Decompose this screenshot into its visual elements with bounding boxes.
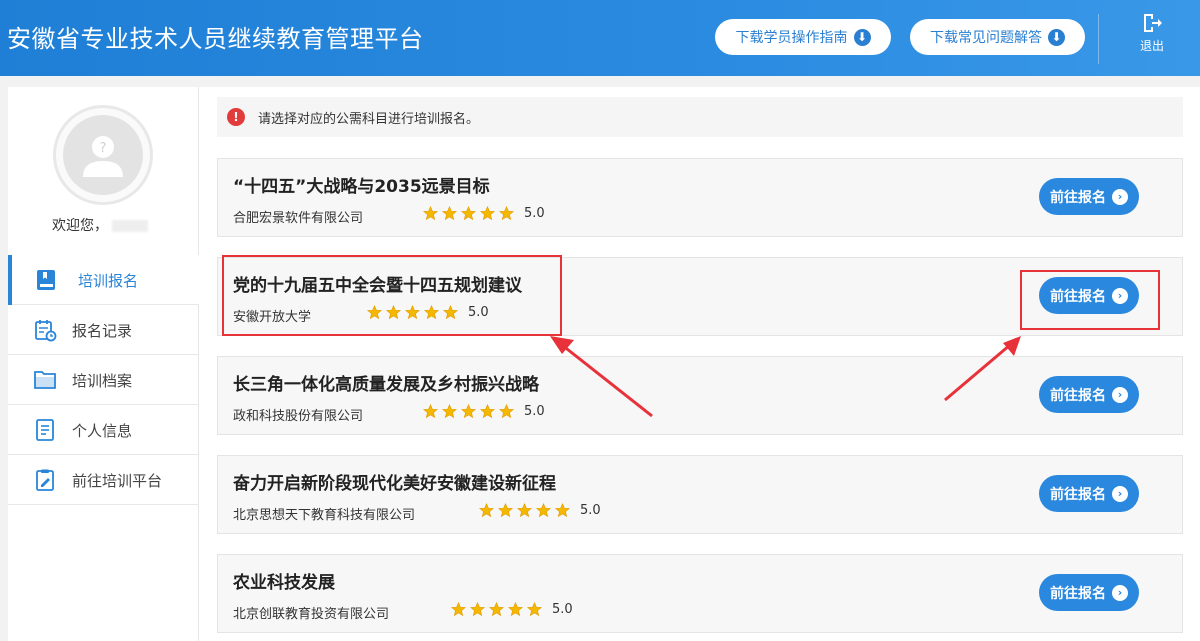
- course-card: 长三角一体化高质量发展及乡村振兴战略 政和科技股份有限公司 5.0 前往报名 ›: [217, 356, 1183, 435]
- star-icon: [470, 602, 485, 617]
- course-title: “十四五”大战略与2035远景目标: [233, 177, 490, 197]
- blurred-username: [112, 220, 148, 232]
- signup-button[interactable]: 前往报名 ›: [1039, 178, 1139, 215]
- course-provider: 北京创联教育投资有限公司: [233, 607, 390, 622]
- star-icon: [480, 404, 495, 419]
- signup-button[interactable]: 前往报名 ›: [1039, 475, 1139, 512]
- chevron-right-icon: ›: [1112, 485, 1128, 502]
- clipboard-edit-icon: [36, 469, 54, 491]
- star-icon: [489, 602, 504, 617]
- folder-icon: [34, 371, 56, 389]
- welcome-label: 欢迎您，: [52, 218, 108, 234]
- star-icon: [499, 206, 514, 221]
- star-icon: [451, 602, 466, 617]
- star-icon: [498, 503, 513, 518]
- sidebar-item-signup-records[interactable]: 报名记录: [8, 305, 199, 355]
- star-icon: [423, 206, 438, 221]
- logout-button[interactable]: 退出: [1130, 12, 1174, 54]
- sidebar-item-label: 培训档案: [72, 372, 133, 390]
- download-guide-button[interactable]: 下载学员操作指南 ⬇: [715, 19, 891, 55]
- download-faq-button[interactable]: 下载常见问题解答 ⬇: [910, 19, 1085, 55]
- signup-label: 前往报名: [1050, 387, 1106, 404]
- sidebar-item-label: 培训报名: [78, 272, 139, 290]
- course-card: 农业科技发展 北京创联教育投资有限公司 5.0 前往报名 ›: [217, 554, 1183, 633]
- signup-button[interactable]: 前往报名 ›: [1039, 376, 1139, 413]
- star-icon: [479, 503, 494, 518]
- welcome-text: 欢迎您，: [52, 215, 148, 235]
- sidebar-item-goto-platform[interactable]: 前往培训平台: [8, 455, 199, 505]
- sidebar-item-training-archive[interactable]: 培训档案: [8, 355, 199, 405]
- star-icon: [480, 206, 495, 221]
- signup-label: 前往报名: [1050, 486, 1106, 503]
- course-provider: 北京思想天下教育科技有限公司: [233, 508, 416, 523]
- download-icon: ⬇: [853, 28, 871, 46]
- rating-stars: 5.0: [423, 404, 545, 419]
- highlight-box-course: [222, 255, 562, 336]
- highlight-box-button: [1020, 270, 1160, 330]
- star-icon: [527, 602, 542, 617]
- sidebar: ? 欢迎您， 培训报名 报名记录 培训档案 个人信息 前往培训平台: [8, 87, 199, 641]
- star-icon: [536, 503, 551, 518]
- star-icon: [461, 404, 476, 419]
- rating-score: 5.0: [580, 503, 601, 518]
- rating-score: 5.0: [524, 206, 545, 221]
- rating-score: 5.0: [552, 602, 573, 617]
- signup-label: 前往报名: [1050, 189, 1106, 206]
- logout-label: 退出: [1139, 39, 1164, 53]
- star-icon: [461, 206, 476, 221]
- calendar-record-icon: [35, 320, 57, 342]
- header-divider: [1098, 14, 1099, 64]
- notice-bar: ! 请选择对应的公需科目进行培训报名。: [217, 97, 1183, 137]
- sidebar-nav: 培训报名 报名记录 培训档案 个人信息 前往培训平台: [8, 255, 199, 505]
- star-icon: [517, 503, 532, 518]
- signup-button[interactable]: 前往报名 ›: [1039, 574, 1139, 611]
- course-card: “十四五”大战略与2035远景目标 合肥宏景软件有限公司 5.0 前往报名 ›: [217, 158, 1183, 237]
- sidebar-item-label: 个人信息: [72, 422, 133, 440]
- signup-label: 前往报名: [1050, 585, 1106, 602]
- rating-score: 5.0: [524, 404, 545, 419]
- top-header: 安徽省专业技术人员继续教育管理平台 下载学员操作指南 ⬇ 下载常见问题解答 ⬇ …: [0, 0, 1200, 76]
- sidebar-item-training-signup[interactable]: 培训报名: [8, 255, 199, 305]
- course-title: 农业科技发展: [233, 573, 335, 593]
- main-panel: ! 请选择对应的公需科目进行培训报名。 “十四五”大战略与2035远景目标 合肥…: [199, 87, 1200, 641]
- rating-stars: 5.0: [479, 503, 601, 518]
- star-icon: [555, 503, 570, 518]
- download-faq-label: 下载常见问题解答: [930, 30, 1042, 46]
- course-provider: 合肥宏景软件有限公司: [233, 211, 364, 226]
- chevron-right-icon: ›: [1112, 188, 1128, 205]
- sidebar-item-label: 报名记录: [72, 322, 133, 340]
- book-icon: [37, 270, 55, 290]
- avatar: ?: [53, 105, 153, 205]
- star-icon: [423, 404, 438, 419]
- platform-title: 安徽省专业技术人员继续教育管理平台: [7, 25, 424, 53]
- course-title: 奋力开启新阶段现代化美好安徽建设新征程: [233, 474, 556, 494]
- sidebar-item-label: 前往培训平台: [72, 472, 163, 490]
- alert-icon: !: [227, 108, 245, 126]
- star-icon: [499, 404, 514, 419]
- star-icon: [442, 206, 457, 221]
- svg-text:?: ?: [100, 141, 107, 156]
- user-placeholder-icon: ?: [63, 115, 143, 195]
- download-icon: ⬇: [1048, 28, 1065, 46]
- course-title: 长三角一体化高质量发展及乡村振兴战略: [233, 375, 539, 395]
- document-icon: [36, 419, 54, 441]
- chevron-right-icon: ›: [1112, 386, 1128, 403]
- course-card: 奋力开启新阶段现代化美好安徽建设新征程 北京思想天下教育科技有限公司 5.0 前…: [217, 455, 1183, 534]
- star-icon: [442, 404, 457, 419]
- download-guide-label: 下载学员操作指南: [735, 30, 848, 46]
- notice-text: 请选择对应的公需科目进行培训报名。: [258, 111, 480, 127]
- course-provider: 政和科技股份有限公司: [233, 409, 364, 424]
- rating-stars: 5.0: [451, 602, 573, 617]
- sidebar-item-personal-info[interactable]: 个人信息: [8, 405, 199, 455]
- rating-stars: 5.0: [423, 206, 545, 221]
- chevron-right-icon: ›: [1112, 584, 1128, 601]
- logout-icon: [1144, 14, 1162, 32]
- star-icon: [508, 602, 523, 617]
